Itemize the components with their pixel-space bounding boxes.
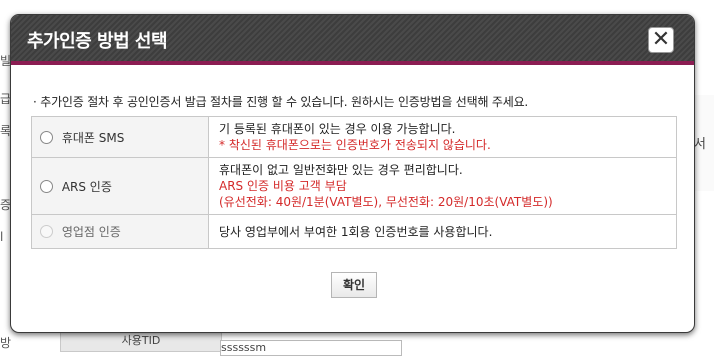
radio-branch[interactable]	[40, 225, 53, 238]
table-row: 영업점 인증 당사 영업부에서 부여한 1회용 인증번호를 사용합니다.	[31, 214, 677, 249]
modal-title: 추가인증 방법 선택	[27, 31, 168, 52]
background-text: l	[0, 230, 4, 244]
background-field: ssssssm	[220, 340, 402, 356]
description-line: 휴대폰이 없고 일반전화만 있는 경우 편리합니다.	[219, 163, 463, 177]
method-label: ARS 인증	[61, 179, 112, 194]
warning-line: * 착신된 휴대폰으로는 인증번호가 전송되지 않습니다.	[219, 138, 491, 152]
table-row: ARS 인증 휴대폰이 없고 일반전화만 있는 경우 편리합니다. ARS 인증…	[31, 157, 677, 215]
method-label: 휴대폰 SMS	[61, 130, 125, 145]
method-label: 영업점 인증	[61, 225, 121, 239]
modal-header: 추가인증 방법 선택 ✕	[11, 15, 694, 65]
description-line: 당사 영업부에서 부여한 1회용 인증번호를 사용합니다.	[219, 224, 493, 239]
auth-method-modal: 추가인증 방법 선택 ✕ · 추가인증 절차 후 공인인증서 발급 절차를 진행…	[10, 14, 695, 333]
intro-text: · 추가인증 절차 후 공인인증서 발급 절차를 진행 할 수 있습니다. 원하…	[33, 95, 529, 109]
radio-ars[interactable]	[40, 179, 53, 193]
method-option-sms[interactable]: 휴대폰 SMS	[31, 116, 209, 158]
method-description: 당사 영업부에서 부여한 1회용 인증번호를 사용합니다.	[208, 214, 677, 249]
auth-method-table: 휴대폰 SMS 기 등록된 휴대폰이 있는 경우 이용 가능합니다. * 착신된…	[31, 116, 677, 249]
table-row: 휴대폰 SMS 기 등록된 휴대폰이 있는 경우 이용 가능합니다. * 착신된…	[31, 116, 677, 158]
method-description: 휴대폰이 없고 일반전화만 있는 경우 편리합니다. ARS 인증 비용 고객 …	[208, 157, 677, 215]
confirm-button[interactable]: 확인	[331, 272, 377, 298]
warning-line: (유선전화: 40원/1분(VAT별도), 무선전화: 20원/10초(VAT별…	[219, 195, 553, 209]
background-text: 방	[0, 336, 12, 350]
method-option-ars[interactable]: ARS 인증	[31, 157, 209, 215]
close-button[interactable]: ✕	[648, 27, 674, 53]
warning-line: ARS 인증 비용 고객 부담	[219, 179, 347, 193]
description-line: 기 등록된 휴대폰이 있는 경우 이용 가능합니다.	[219, 122, 456, 136]
radio-sms[interactable]	[40, 130, 53, 144]
method-description: 기 등록된 휴대폰이 있는 경우 이용 가능합니다. * 착신된 휴대폰으로는 …	[208, 116, 677, 158]
background-tab: 사용TID	[60, 330, 222, 352]
close-icon: ✕	[651, 27, 671, 52]
method-option-branch[interactable]: 영업점 인증	[31, 214, 209, 249]
